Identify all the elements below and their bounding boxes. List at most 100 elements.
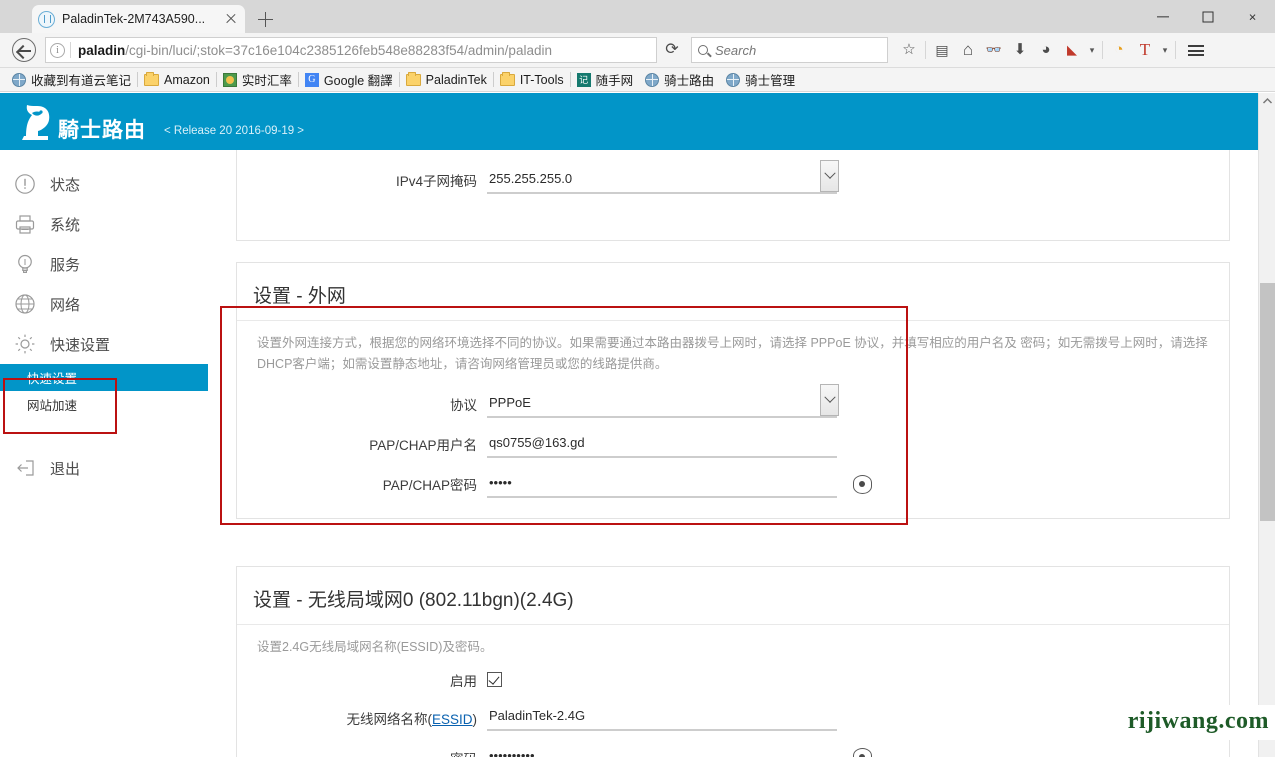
gear-icon — [14, 333, 36, 355]
form-row: 密码 ? 至少8到63个字符 — [237, 738, 1229, 757]
address-bar[interactable]: i paladin/cgi-bin/luci/;stok=37c16e104c2… — [45, 37, 657, 63]
url-text: paladin/cgi-bin/luci/;stok=37c16e104c238… — [78, 43, 552, 58]
knight-logo-icon — [14, 100, 56, 144]
chevron-down-icon[interactable] — [820, 383, 839, 416]
chevron-down-icon[interactable]: ▾ — [1158, 36, 1172, 64]
minimize-icon[interactable] — [1140, 0, 1185, 33]
translate-t-icon[interactable]: T — [1132, 36, 1158, 64]
globe-icon — [12, 72, 26, 87]
site-info-icon[interactable]: i — [50, 42, 65, 58]
field-label: 协议 — [450, 398, 477, 414]
field-label: 密码 — [237, 744, 487, 757]
form-row: IPv4子网掩码 255.255.255.0 — [237, 159, 1229, 200]
protocol-select[interactable]: PPPoE — [487, 390, 837, 418]
window-controls: × — [1140, 0, 1275, 33]
wan-settings-panel: 设置 - 外网 设置外网连接方式，根据您的网络环境选择不同的协议。如果需要通过本… — [220, 262, 1230, 525]
url-host: paladin — [78, 42, 126, 58]
sidebar-item-services[interactable]: 服务 — [0, 244, 208, 284]
essid-label-prefix: 无线网络名称( — [346, 711, 432, 727]
bookmark-item[interactable]: 记 随手网 — [571, 68, 640, 91]
menu-icon[interactable] — [1183, 36, 1209, 64]
bookmark-label: 收藏到有道云笔记 — [31, 74, 132, 88]
close-icon[interactable] — [223, 11, 239, 27]
essid-input[interactable] — [487, 704, 837, 732]
sidebar-item-label: 网络 — [50, 296, 81, 314]
field-label: 无线网络名称(ESSID) — [237, 708, 487, 728]
history-icon[interactable]: ◕ — [1033, 36, 1059, 64]
browser-tab[interactable]: PaladinTek-2M743A590... — [32, 5, 245, 33]
field-label: IPv4子网掩码 — [395, 174, 477, 189]
ipv4-netmask-select[interactable]: 255.255.255.0 — [487, 166, 837, 194]
scroll-up-arrow-icon[interactable] — [1259, 93, 1275, 110]
folder-icon — [144, 71, 160, 86]
sidebar-subitem-quick-setup[interactable]: 快速设置 — [0, 364, 208, 391]
sidebar-item-label: 快速设置 — [50, 336, 111, 354]
back-button[interactable] — [12, 38, 36, 62]
bookmark-item[interactable]: 收藏到有道云笔记 — [6, 68, 137, 91]
eye-icon[interactable] — [853, 747, 872, 757]
sidebar-item-label: 系统 — [50, 216, 81, 234]
release-label: < Release 20 2016-09-19 > — [164, 124, 305, 137]
bookmark-item[interactable]: 实时汇率 — [217, 68, 298, 91]
bookmark-item[interactable]: PaladinTek — [400, 68, 493, 91]
wifi-settings-panel: 设置 - 无线局域网0 (802.11bgn)(2.4G) 设置2.4G无线局域… — [236, 566, 1230, 757]
vertical-scrollbar[interactable] — [1258, 93, 1275, 757]
sidebar-item-logout[interactable]: 退出 — [0, 448, 208, 488]
globe-icon — [726, 72, 741, 87]
folder-icon — [405, 71, 421, 86]
chevron-down-icon[interactable]: ▾ — [1085, 36, 1099, 64]
pap-chap-password-input[interactable] — [487, 470, 837, 498]
form-row: PAP/CHAP密码 — [237, 464, 1229, 504]
chevron-down-icon[interactable] — [820, 159, 839, 192]
bookmark-item[interactable]: Amazon — [138, 68, 216, 91]
maximize-icon[interactable] — [1185, 0, 1230, 33]
reload-icon[interactable]: ⟳ — [657, 36, 687, 64]
field-label: PAP/CHAP用户名 — [369, 438, 477, 454]
field-control — [487, 430, 1229, 458]
sidebar-item-status[interactable]: 状态 — [0, 164, 208, 204]
enable-wifi-checkbox[interactable] — [487, 672, 502, 688]
field-control: 255.255.255.0 — [487, 159, 1229, 194]
sidebar-subitem-label: 网站加速 — [27, 399, 78, 413]
checkmark-circle-icon[interactable]: ◔ — [1106, 36, 1132, 64]
sidebar-subitem-site-accel[interactable]: 网站加速 — [0, 391, 208, 418]
field-control — [487, 672, 1229, 688]
sidebar-subitem-label: 快速设置 — [27, 372, 78, 386]
protocol-select-wrap[interactable]: PPPoE — [487, 383, 839, 418]
library-icon[interactable]: ▤ — [929, 36, 955, 64]
ipv4-netmask-select-wrap[interactable]: 255.255.255.0 — [487, 159, 839, 194]
bookmark-label: 骑士管理 — [745, 74, 796, 88]
pap-chap-username-input[interactable] — [487, 430, 837, 458]
private-mask-icon[interactable]: 👓 — [981, 36, 1007, 64]
new-tab-button[interactable] — [251, 5, 279, 33]
eye-icon[interactable] — [853, 474, 872, 494]
divider — [1102, 41, 1103, 59]
sidebar-item-label: 状态 — [50, 176, 81, 194]
bookmark-star-icon[interactable]: ☆ — [896, 36, 922, 64]
wifi-password-input[interactable] — [487, 743, 837, 757]
navigation-toolbar: i paladin/cgi-bin/luci/;stok=37c16e104c2… — [0, 33, 1275, 68]
field-label: PAP/CHAP密码 — [382, 478, 477, 494]
bookmark-label: 实时汇率 — [241, 74, 292, 88]
field-label: 启用 — [450, 673, 477, 689]
downloads-icon[interactable]: ⬇ — [1007, 36, 1033, 64]
home-icon[interactable]: ⌂ — [955, 36, 981, 64]
extension-colorful-icon[interactable]: ◣ — [1059, 36, 1085, 64]
search-placeholder: Search — [715, 42, 757, 58]
printer-icon — [14, 213, 36, 235]
form-row: 无线网络名称(ESSID) — [237, 698, 1229, 738]
essid-help-link[interactable]: ESSID — [432, 712, 473, 727]
bookmark-item[interactable]: 骑士路由 — [639, 68, 720, 91]
window-close-icon[interactable]: × — [1230, 0, 1275, 33]
search-bar[interactable]: Search — [691, 37, 888, 63]
scrollbar-thumb[interactable] — [1260, 283, 1275, 521]
title-bar: PaladinTek-2M743A590... × — [0, 0, 1275, 33]
bookmark-item[interactable]: G Google 翻譯 — [299, 68, 399, 91]
bookmark-item[interactable]: 骑士管理 — [720, 68, 801, 91]
sidebar-item-quick-setup[interactable]: 快速设置 — [0, 324, 208, 364]
bookmark-item[interactable]: IT-Tools — [494, 68, 570, 91]
sidebar-item-network[interactable]: 网络 — [0, 284, 208, 324]
form-row: 协议 PPPoE — [237, 383, 1229, 424]
sidebar-item-system[interactable]: 系统 — [0, 204, 208, 244]
panel-description: 设置外网连接方式，根据您的网络环境选择不同的协议。如果需要通过本路由器拨号上网时… — [257, 336, 1208, 371]
